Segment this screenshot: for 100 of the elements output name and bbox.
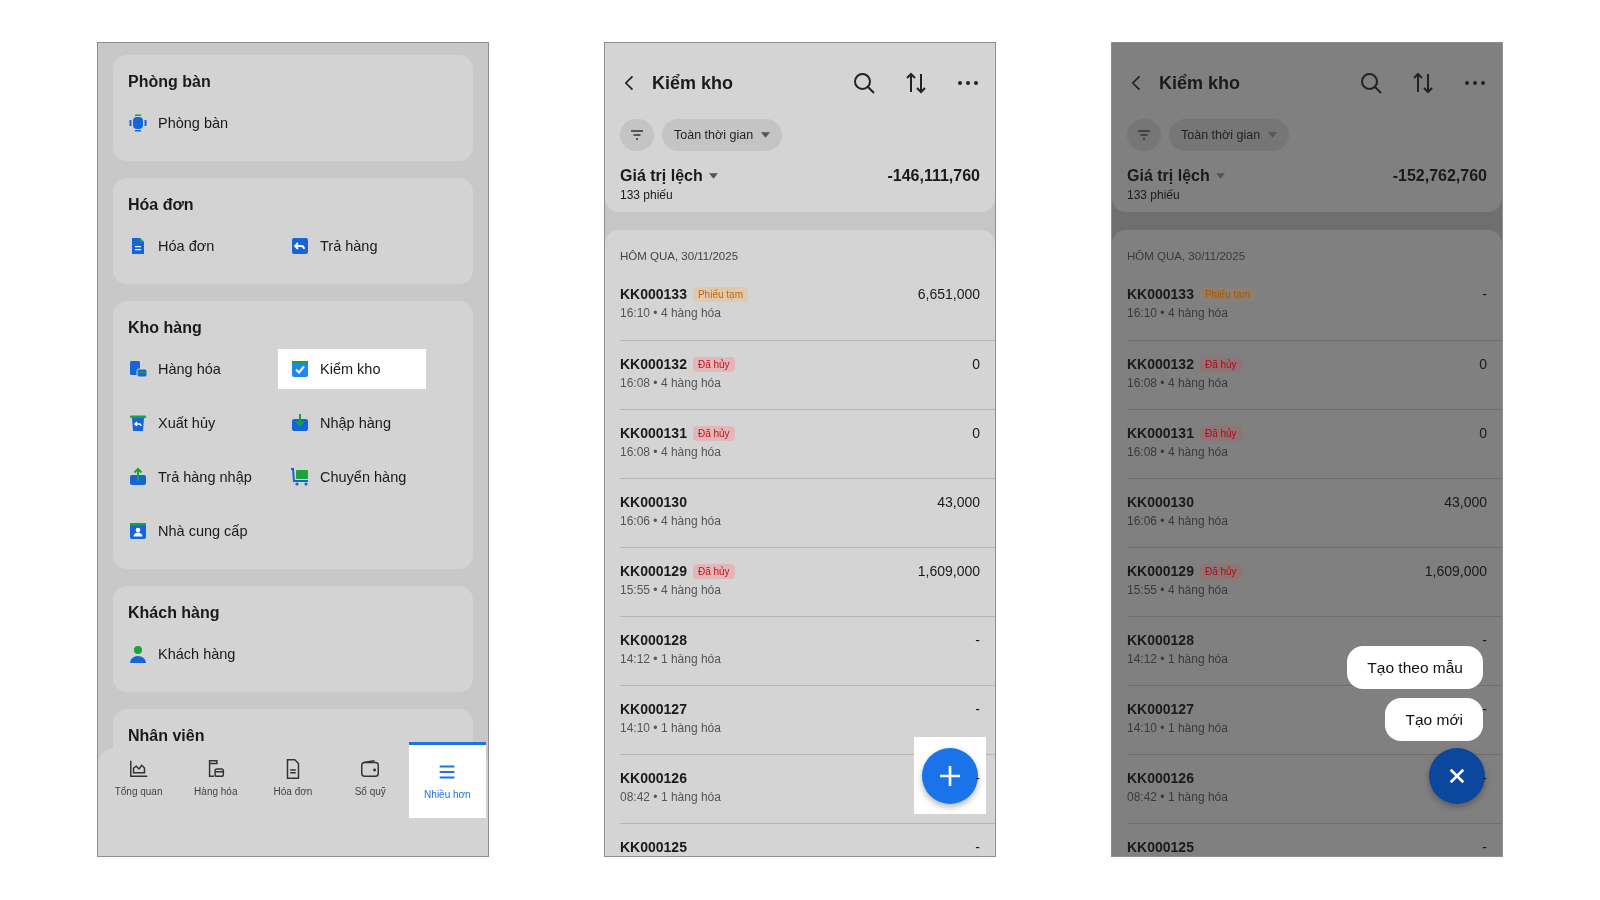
record-code: KK000131 bbox=[1127, 425, 1194, 441]
record-code: KK000125 bbox=[620, 839, 687, 855]
nav-tab[interactable]: Hóa đơn bbox=[254, 742, 332, 818]
caret-icon bbox=[1268, 132, 1278, 138]
section-title: Khách hàng bbox=[127, 603, 220, 623]
list-row[interactable]: KK000133 Phiếu tạm 16:10 • 4 hàng hóa - bbox=[1127, 262, 1502, 340]
checkbox-icon bbox=[290, 359, 310, 379]
menu-item[interactable]: Kiểm kho bbox=[278, 349, 426, 389]
record-details: 08:42 • 1 hàng hóa bbox=[620, 790, 721, 804]
menu-item[interactable]: Phòng bàn bbox=[116, 103, 278, 143]
screen-title: Kiểm kho bbox=[1159, 72, 1242, 94]
summary-value: -146,111,760 bbox=[887, 167, 980, 185]
record-value: - bbox=[1482, 770, 1487, 786]
record-details: 15:55 • 4 hàng hóa bbox=[620, 583, 721, 597]
menu-item[interactable]: Chuyển hàng bbox=[278, 457, 426, 497]
status-tag: Đã hủy bbox=[1199, 356, 1242, 372]
filter-button[interactable] bbox=[620, 119, 654, 151]
list-row[interactable]: KK000129 Đã hủy 15:55 • 4 hàng hóa 1,609,000 bbox=[1127, 547, 1502, 616]
list-row[interactable]: KK000132 Đã hủy 16:08 • 4 hàng hóa 0 bbox=[1127, 340, 1502, 409]
status-tag: Phiếu tạm bbox=[692, 286, 748, 302]
search-icon[interactable] bbox=[852, 71, 876, 95]
filter-button[interactable] bbox=[1127, 119, 1161, 151]
wallet-icon bbox=[359, 758, 382, 780]
list-row[interactable]: KK000131 Đã hủy 16:08 • 4 hàng hóa 0 bbox=[620, 409, 995, 478]
record-details: 16:06 • 4 hàng hóa bbox=[1127, 514, 1228, 528]
download-box-icon bbox=[290, 413, 310, 433]
close-icon bbox=[1448, 766, 1466, 785]
nav-tab[interactable]: Sổ quỹ bbox=[331, 742, 409, 818]
record-details: 16:08 • 4 hàng hóa bbox=[620, 376, 721, 390]
plus-icon bbox=[939, 764, 961, 787]
status-tag: Đã hủy bbox=[692, 563, 735, 579]
record-code: KK000132 bbox=[620, 356, 687, 372]
record-details: 16:08 • 4 hàng hóa bbox=[620, 445, 721, 459]
record-details: 14:10 • 1 hàng hóa bbox=[1127, 721, 1228, 735]
menu-option[interactable]: Tạo theo mẫu bbox=[1347, 646, 1483, 689]
record-code: KK000125 bbox=[1127, 839, 1194, 855]
screen-title: Kiểm kho bbox=[652, 72, 735, 94]
menu-item[interactable]: Xuất hủy bbox=[116, 403, 278, 443]
record-details: 14:12 • 1 hàng hóa bbox=[620, 652, 721, 666]
menu-item[interactable]: Nhập hàng bbox=[278, 403, 426, 443]
record-details: 16:08 • 4 hàng hóa bbox=[1127, 376, 1228, 390]
list-row[interactable]: KK000125 - bbox=[1127, 823, 1502, 856]
record-value: 1,609,000 bbox=[917, 563, 980, 579]
record-details: 15:55 • 4 hàng hóa bbox=[1127, 583, 1228, 597]
caret-icon bbox=[708, 173, 718, 179]
list-row[interactable]: KK000130 16:06 • 4 hàng hóa 43,000 bbox=[1127, 478, 1502, 547]
summary-dropdown[interactable]: Giá trị lệch bbox=[1127, 167, 1225, 185]
list-row[interactable]: KK000133 Phiếu tạm 16:10 • 4 hàng hóa 6,651,000 bbox=[620, 262, 995, 340]
record-details: 16:06 • 4 hàng hóa bbox=[620, 514, 721, 528]
record-count: 133 phiếu bbox=[620, 188, 673, 202]
contact-card-icon bbox=[128, 521, 148, 541]
list-row[interactable]: KK000131 Đã hủy 16:08 • 4 hàng hóa 0 bbox=[1127, 409, 1502, 478]
section-title: Kho hàng bbox=[127, 318, 202, 338]
record-code: KK000129 bbox=[620, 563, 687, 579]
record-value: - bbox=[975, 839, 980, 855]
time-filter-dropdown[interactable]: Toàn thời gian bbox=[662, 119, 783, 151]
record-value: 0 bbox=[972, 425, 980, 441]
record-value: - bbox=[975, 770, 980, 786]
record-code: KK000133 bbox=[620, 286, 687, 302]
list-row[interactable]: KK000128 14:12 • 1 hàng hóa - bbox=[620, 616, 995, 685]
caret-icon bbox=[761, 132, 771, 138]
record-code: KK000129 bbox=[1127, 563, 1194, 579]
menu-option[interactable]: Tạo mới bbox=[1385, 698, 1483, 741]
list-row[interactable]: KK000129 Đã hủy 15:55 • 4 hàng hóa 1,609,000 bbox=[620, 547, 995, 616]
menu-item[interactable]: Hóa đơn bbox=[116, 226, 278, 266]
record-value: - bbox=[1482, 839, 1487, 855]
list-row[interactable]: KK000130 16:06 • 4 hàng hóa 43,000 bbox=[620, 478, 995, 547]
record-code: KK000131 bbox=[620, 425, 687, 441]
record-code: KK000126 bbox=[1127, 770, 1194, 786]
time-filter-dropdown[interactable]: Toàn thời gian bbox=[1169, 119, 1290, 151]
add-button[interactable] bbox=[922, 747, 978, 804]
summary-dropdown[interactable]: Giá trị lệch bbox=[620, 167, 718, 185]
record-value: - bbox=[1482, 632, 1487, 648]
status-tag: Đã hủy bbox=[1199, 425, 1242, 441]
record-details: 16:10 • 4 hàng hóa bbox=[620, 306, 721, 320]
menu-item[interactable]: Nhà cung cấp bbox=[116, 511, 278, 551]
record-details: 14:10 • 1 hàng hóa bbox=[620, 721, 721, 735]
date-header: HÔM QUA, 30/11/2025 bbox=[1126, 250, 1247, 262]
status-tag: Đã hủy bbox=[692, 356, 735, 372]
menu-item[interactable]: Trả hàng nhập bbox=[116, 457, 278, 497]
filter-icon bbox=[629, 127, 645, 143]
record-code: KK000132 bbox=[1127, 356, 1194, 372]
chart-icon bbox=[127, 758, 150, 780]
record-details: 08:42 • 1 hàng hóa bbox=[1127, 790, 1228, 804]
record-details: 14:12 • 1 hàng hóa bbox=[1127, 652, 1228, 666]
person-icon bbox=[128, 644, 148, 664]
record-code: KK000128 bbox=[1127, 632, 1194, 648]
record-value: 0 bbox=[1479, 356, 1487, 372]
list-row[interactable]: KK000132 Đã hủy 16:08 • 4 hàng hóa 0 bbox=[620, 340, 995, 409]
status-tag: Đã hủy bbox=[692, 425, 735, 441]
record-value: 1,609,000 bbox=[1424, 563, 1487, 579]
menu-item[interactable]: Hàng hóa bbox=[116, 349, 278, 389]
list-row[interactable]: KK000125 - bbox=[620, 823, 995, 856]
menu-item[interactable]: Khách hàng bbox=[116, 634, 278, 674]
menu-item[interactable]: Trả hàng bbox=[278, 226, 426, 266]
nav-tab[interactable]: Nhiều hơn bbox=[408, 742, 486, 818]
sort-icon[interactable] bbox=[904, 71, 928, 95]
record-value: - bbox=[975, 632, 980, 648]
section-title: Phòng bàn bbox=[127, 72, 211, 92]
record-code: KK000126 bbox=[620, 770, 687, 786]
